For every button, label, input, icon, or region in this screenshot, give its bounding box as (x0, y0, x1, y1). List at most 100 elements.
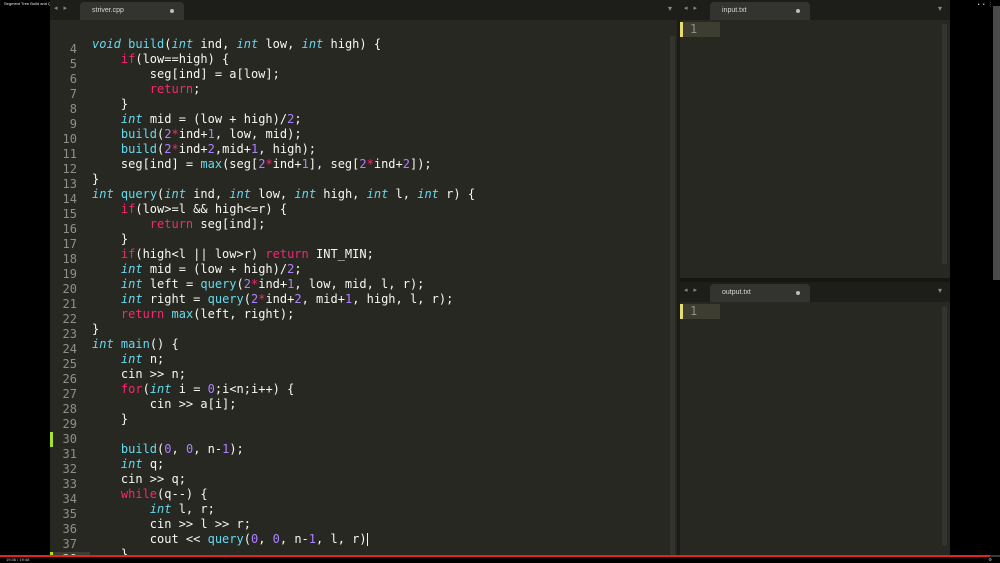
code-line[interactable]: cin >> q; (92, 472, 186, 487)
code-line[interactable]: for(int i = 0;i<n;i++) { (92, 382, 294, 397)
code-token: ], seg[ (308, 157, 360, 171)
code-token: * (171, 142, 179, 156)
code-token: ind+ (272, 157, 302, 171)
code-token: ; (294, 262, 302, 276)
unsaved-dot-icon[interactable] (796, 291, 800, 295)
line-number: 29 (62, 417, 77, 431)
tab-nav-arrows-icon[interactable]: ◂ ▸ (684, 286, 699, 294)
tab-nav-arrows-icon[interactable]: ◂ ▸ (684, 4, 699, 12)
settings-icon[interactable]: ⚙ (988, 557, 992, 562)
player-controls: 19:36 / 19:48 ⚙ (0, 557, 1000, 563)
code-line[interactable]: build(0, 0, n-1); (92, 442, 244, 457)
code-line[interactable]: if(high<l || low>r) return INT_MIN; (92, 247, 374, 262)
line-number: 37 (62, 537, 77, 551)
code-line[interactable]: int main() { (92, 337, 179, 352)
code-token: 2 (207, 142, 215, 156)
code-token: max (200, 157, 223, 171)
input-scrollbar[interactable] (942, 24, 947, 264)
code-token: int (92, 187, 114, 201)
code-line[interactable]: int left = query(2*ind+1, low, mid, l, r… (92, 277, 425, 292)
unsaved-dot-icon[interactable] (796, 9, 800, 13)
tab-nav-arrows-icon[interactable]: ◂ ▸ (54, 4, 69, 12)
code-token: } (92, 232, 129, 246)
code-line[interactable]: build(2*ind+2,mid+1, high); (92, 142, 316, 157)
code-line[interactable]: cout << query(0, 0, n-1, l, r) (92, 532, 368, 547)
line-number: 26 (62, 372, 77, 386)
code-line[interactable]: int l, r; (92, 502, 215, 517)
code-line[interactable]: while(q--) { (92, 487, 208, 502)
tab-dropdown-icon[interactable]: ▾ (938, 286, 942, 295)
code-line[interactable]: int right = query(2*ind+2, mid+1, high, … (92, 292, 453, 307)
code-token: ); (229, 442, 244, 456)
code-line[interactable]: return max(left, right); (92, 307, 294, 322)
code-token: 2 (164, 142, 172, 156)
code-token: ind+ (373, 157, 403, 171)
code-line[interactable]: } (92, 412, 128, 427)
code-line[interactable]: cin >> n; (92, 367, 186, 382)
code-area[interactable]: void build(int ind, int low, int high) {… (92, 0, 672, 556)
tab-dropdown-icon[interactable]: ▾ (938, 4, 942, 13)
code-token: int (366, 187, 389, 201)
code-line[interactable]: int n; (92, 352, 164, 367)
output-scrollbar[interactable] (942, 306, 947, 546)
code-token: ( (236, 277, 244, 291)
code-token: seg[ind] = (92, 157, 201, 171)
code-line[interactable]: int mid = (low + high)/2; (92, 262, 302, 277)
code-token: ;i<n;i++) { (214, 382, 295, 396)
tab-output-txt[interactable]: output.txt (710, 284, 810, 302)
code-line[interactable]: seg[ind] = max(seg[2*ind+1], seg[2*ind+2… (92, 157, 432, 172)
code-token: * (265, 157, 273, 171)
code-line[interactable]: return seg[ind]; (92, 217, 266, 232)
code-token: INT_MIN; (308, 247, 374, 261)
code-line[interactable]: } (92, 172, 99, 187)
output-pane[interactable]: 1 (680, 302, 950, 556)
code-line[interactable]: seg[ind] = a[low]; (92, 67, 280, 82)
code-line[interactable]: build(2*ind+1, low, mid); (92, 127, 302, 142)
line-number: 15 (62, 207, 77, 221)
code-token: query (207, 292, 244, 306)
code-line[interactable]: } (92, 322, 99, 337)
code-line[interactable]: if(low==high) { (92, 52, 229, 67)
code-line[interactable]: void build(int ind, int low, int high) { (92, 37, 381, 52)
code-token: max (171, 307, 194, 321)
code-token: seg[ind] = a[low]; (92, 67, 280, 81)
tab-input-txt[interactable]: input.txt (710, 2, 810, 20)
code-line[interactable]: } (92, 232, 128, 247)
pane-separator[interactable] (680, 278, 950, 282)
code-token: int (120, 457, 143, 471)
code-token: mid = (low + high)/ (142, 262, 288, 276)
code-token: (low>=l && high<=r) { (135, 202, 288, 216)
video-menu-icon[interactable]: • • ⋮ (978, 2, 994, 8)
code-token: right = (142, 292, 208, 306)
code-line[interactable]: int mid = (low + high)/2; (92, 112, 302, 127)
page-scrollbar[interactable] (993, 6, 1000, 280)
code-token: } (92, 172, 100, 186)
code-line[interactable]: cin >> a[i]; (92, 397, 237, 412)
code-token: * (171, 127, 179, 141)
code-token: , low, mid, l, r); (294, 277, 425, 291)
code-token: if (120, 52, 136, 66)
editor-scrollbar[interactable] (670, 36, 675, 556)
code-token: q; (142, 457, 165, 471)
code-line[interactable]: return; (92, 82, 201, 97)
code-token: , (258, 532, 273, 546)
code-line[interactable]: int q; (92, 457, 164, 472)
code-token: 0 (164, 442, 172, 456)
code-line[interactable]: if(low>=l && high<=r) { (92, 202, 287, 217)
code-token: ( (142, 382, 150, 396)
code-token: int (92, 337, 114, 351)
input-pane[interactable]: 1 (680, 20, 950, 278)
line-number: 20 (62, 282, 77, 296)
code-token: int (120, 277, 143, 291)
code-line[interactable]: int query(int ind, int low, int high, in… (92, 187, 475, 202)
code-line[interactable]: cin >> l >> r; (92, 517, 251, 532)
code-line[interactable]: } (92, 97, 128, 112)
code-token: 1 (308, 532, 317, 546)
code-token: 2 (402, 157, 410, 171)
line-number: 16 (62, 222, 77, 236)
